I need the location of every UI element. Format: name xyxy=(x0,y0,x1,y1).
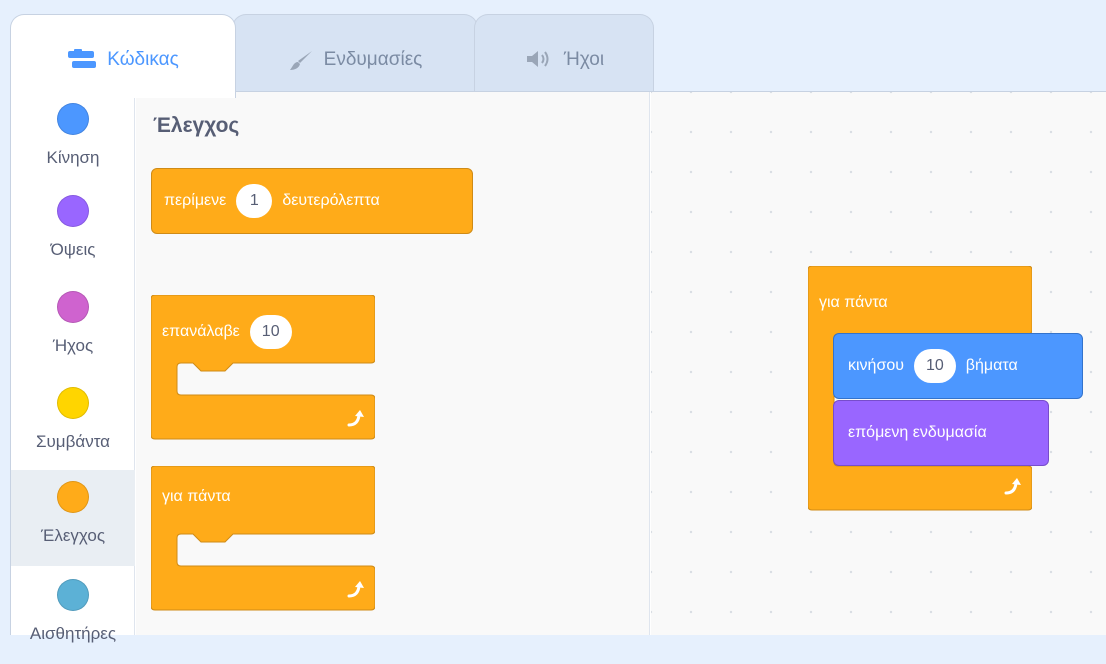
move-block-suffix: βήματα xyxy=(965,357,1018,374)
loop-arrow-icon xyxy=(1004,478,1021,495)
tab-code-label: Κώδικας xyxy=(107,49,179,70)
forever-block-label: για πάντα xyxy=(162,488,231,505)
brush-icon xyxy=(288,49,314,73)
speaker-icon xyxy=(524,49,554,69)
category-label: Αισθητήρες xyxy=(29,624,117,643)
category-menu: Κίνηση Όψεις Ήχος Συμβάντα Έλεγχος Αισθη… xyxy=(11,92,135,643)
wait-block[interactable]: περίμενε 1 δευτερόλεπτα xyxy=(151,168,473,234)
category-label: Όψεις xyxy=(50,240,96,259)
script-forever-label: για πάντα xyxy=(819,294,888,311)
forever-block[interactable]: για πάντα xyxy=(162,482,231,512)
category-events[interactable]: Συμβάντα xyxy=(11,376,135,472)
script-forever-block[interactable]: για πάντα xyxy=(819,288,888,318)
events-category-icon xyxy=(57,387,89,419)
category-label: Συμβάντα xyxy=(35,432,110,451)
wait-block-suffix: δευτερόλεπτα xyxy=(282,192,380,209)
sensing-category-icon xyxy=(57,579,89,611)
category-sound[interactable]: Ήχος xyxy=(11,280,135,376)
category-motion[interactable]: Κίνηση xyxy=(11,92,135,188)
category-label: Ήχος xyxy=(52,336,94,355)
move-steps-input[interactable]: 10 xyxy=(913,349,956,383)
block-palette: Έλεγχος περίμενε 1 δευτερόλεπτα επανάλαβ… xyxy=(136,92,650,635)
script-area[interactable]: για πάντα κινήσου 10 βήματα επόμενη ενδυ… xyxy=(651,92,1106,635)
category-control[interactable]: Έλεγχος xyxy=(11,470,135,566)
loop-arrow-icon xyxy=(347,410,364,427)
next-costume-block[interactable]: επόμενη ενδυμασία xyxy=(833,400,1049,466)
tab-costumes[interactable]: Ενδυμασίες xyxy=(232,14,478,98)
code-icon xyxy=(67,49,97,71)
control-category-icon xyxy=(57,481,89,513)
category-label: Κίνηση xyxy=(46,148,100,167)
move-block-label: κινήσου xyxy=(848,357,904,374)
tab-sounds-label: Ήχοι xyxy=(563,49,605,70)
next-costume-label: επόμενη ενδυμασία xyxy=(848,424,987,441)
category-looks[interactable]: Όψεις xyxy=(11,184,135,280)
category-sensing[interactable]: Αισθητήρες xyxy=(11,568,135,664)
looks-category-icon xyxy=(57,195,89,227)
wait-block-label: περίμενε xyxy=(164,192,227,209)
repeat-block-label: επανάλαβε xyxy=(162,323,240,340)
wait-seconds-input[interactable]: 1 xyxy=(236,184,273,218)
move-steps-block[interactable]: κινήσου 10 βήματα xyxy=(833,333,1083,399)
repeat-count-input[interactable]: 10 xyxy=(249,315,292,349)
sound-category-icon xyxy=(57,291,89,323)
motion-category-icon xyxy=(57,103,89,135)
loop-arrow-icon xyxy=(347,581,364,598)
category-label: Έλεγχος xyxy=(40,526,106,545)
repeat-block[interactable]: επανάλαβε 10 xyxy=(162,312,302,352)
tab-code[interactable]: Κώδικας xyxy=(10,14,236,98)
palette-title: Έλεγχος xyxy=(153,114,240,137)
tab-costumes-label: Ενδυμασίες xyxy=(323,49,423,70)
editor-panel: Κίνηση Όψεις Ήχος Συμβάντα Έλεγχος Αισθη… xyxy=(10,91,1106,643)
tab-sounds[interactable]: Ήχοι xyxy=(474,14,654,98)
